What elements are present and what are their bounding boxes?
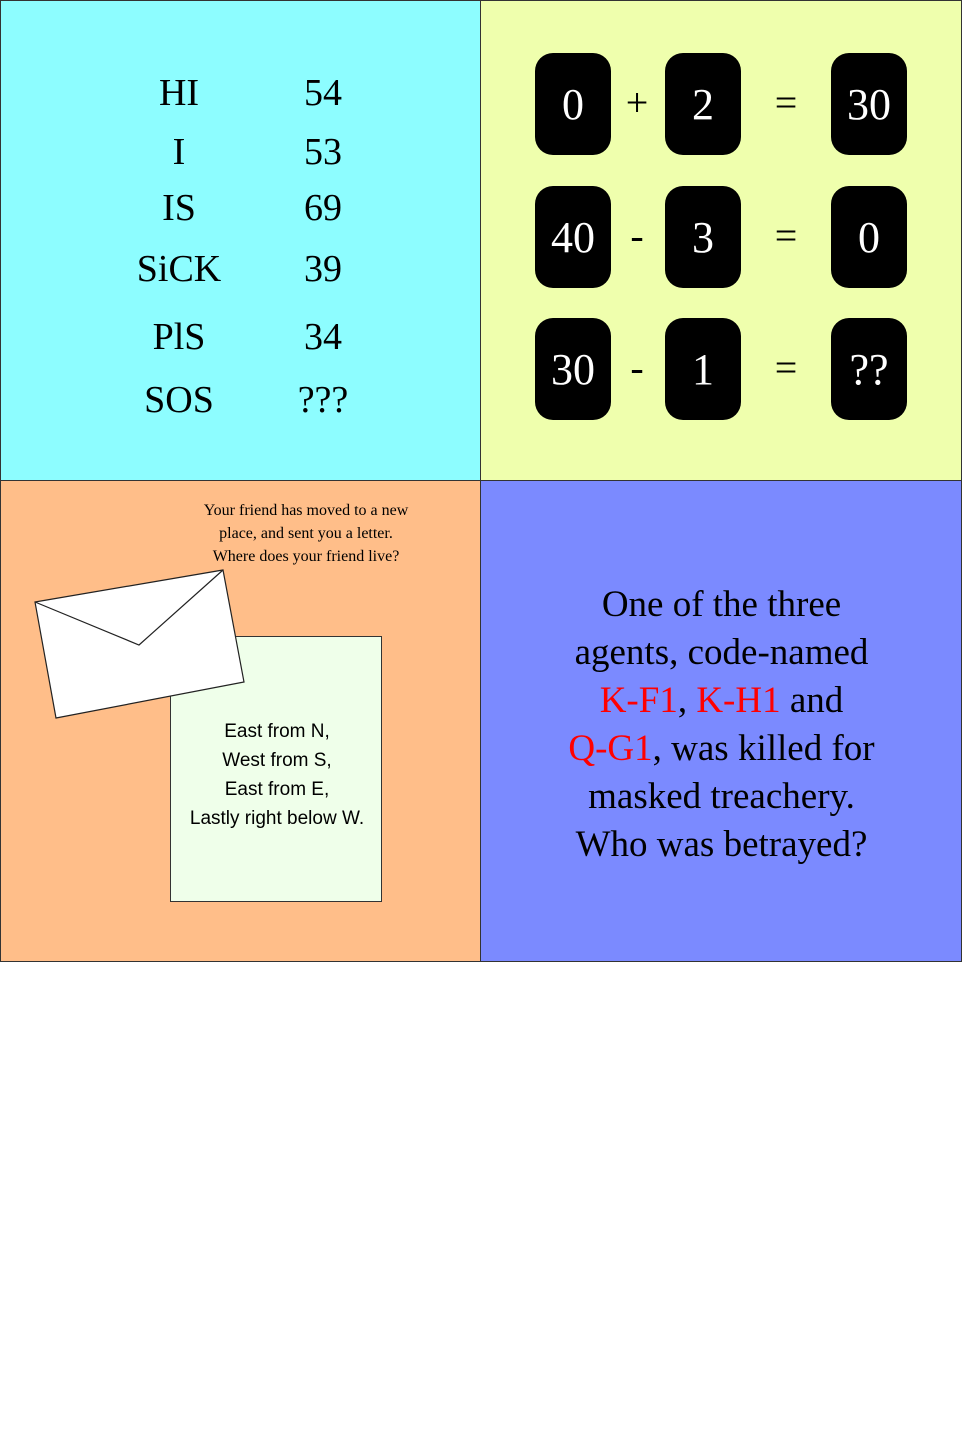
equation-operator: - bbox=[630, 345, 644, 390]
agent-code-name: K-H1 bbox=[696, 680, 781, 721]
letter-line: East from E, bbox=[224, 779, 330, 800]
equation-tile-result: 30 bbox=[831, 53, 907, 155]
letter-paper: East from N, West from S, East from E, L… bbox=[170, 636, 382, 902]
letter-line: Lastly right below W. bbox=[189, 808, 365, 829]
agents-riddle-text: One of the three agents, code-named K-F1… bbox=[481, 581, 962, 869]
riddle-line: Who was betrayed? bbox=[575, 824, 868, 865]
equation-tile-a: 0 bbox=[535, 53, 611, 155]
codeword-value: 69 bbox=[304, 187, 342, 229]
letter-line: East from N, bbox=[224, 721, 330, 742]
letter-line: West from S, bbox=[222, 750, 332, 771]
prompt-line: Your friend has moved to a new bbox=[203, 502, 409, 519]
equals-sign: = bbox=[774, 345, 798, 390]
equation-tile-a: 40 bbox=[535, 186, 611, 288]
riddle-line: agents, code-named bbox=[574, 632, 869, 673]
letter-puzzle-prompt: Your friend has moved to a new place, an… bbox=[156, 499, 456, 568]
equation-tile-a: 30 bbox=[535, 318, 611, 420]
riddle-line: Q-G1, was killed for bbox=[481, 725, 962, 773]
equation-tile-b: 2 bbox=[665, 53, 741, 155]
equals-sign: = bbox=[774, 213, 798, 258]
riddle-line: masked treachery. bbox=[588, 776, 855, 817]
equation-tile-b: 3 bbox=[665, 186, 741, 288]
codeword-puzzle-panel: HI 54 I 53 IS 69 SiCK 39 PlS 34 SOS ??? bbox=[0, 0, 481, 481]
prompt-line: Where does your friend live? bbox=[212, 548, 400, 565]
codeword-value: 53 bbox=[304, 131, 342, 173]
equation-operator: - bbox=[630, 213, 644, 258]
codeword-value: 34 bbox=[304, 316, 342, 358]
equation-tile-result: ?? bbox=[831, 318, 907, 420]
and-text: and bbox=[780, 680, 844, 721]
equals-sign: = bbox=[774, 80, 798, 125]
equation-tile-result: 0 bbox=[831, 186, 907, 288]
letter-puzzle-panel: Your friend has moved to a new place, an… bbox=[0, 481, 481, 962]
codeword-value: 39 bbox=[304, 248, 342, 290]
riddle-line: K-F1, K-H1 and bbox=[481, 677, 962, 725]
riddle-line: One of the three bbox=[601, 584, 842, 625]
codeword-value: 54 bbox=[304, 72, 342, 114]
separator-text: , bbox=[677, 680, 697, 721]
letter-content: East from N, West from S, East from E, L… bbox=[171, 717, 383, 833]
riddle-text-fragment: , was killed for bbox=[652, 728, 875, 769]
agent-code-name: Q-G1 bbox=[568, 728, 653, 769]
prompt-line: place, and sent you a letter. bbox=[219, 525, 393, 542]
codeword-value: ??? bbox=[297, 379, 349, 421]
equation-operator: + bbox=[625, 80, 649, 125]
equation-puzzle-panel: 0 + 2 = 30 40 - 3 = 0 30 - 1 = ?? bbox=[481, 0, 962, 481]
agent-code-name: K-F1 bbox=[599, 680, 678, 721]
agents-puzzle-panel: One of the three agents, code-named K-F1… bbox=[481, 481, 962, 962]
equation-tile-b: 1 bbox=[665, 318, 741, 420]
